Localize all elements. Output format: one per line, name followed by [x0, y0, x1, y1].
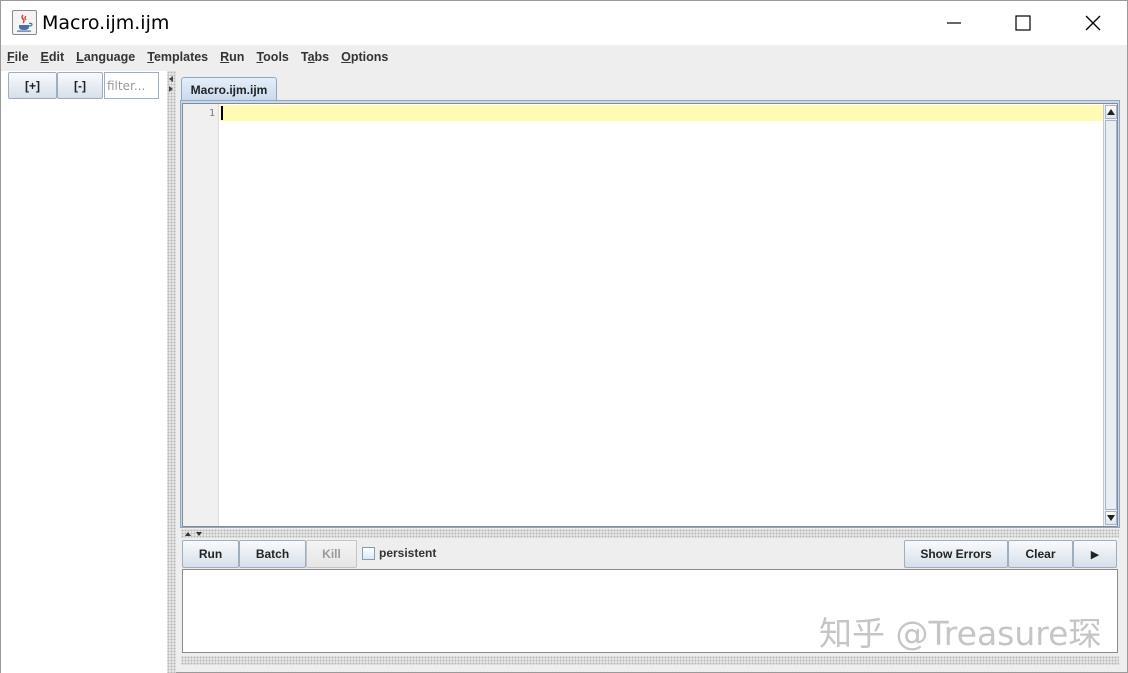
menu-edit[interactable]: Edit — [41, 50, 65, 64]
show-errors-button[interactable]: Show Errors — [904, 540, 1008, 568]
arrow-up-icon — [1107, 109, 1115, 115]
menu-language[interactable]: Language — [76, 50, 135, 64]
kill-button[interactable]: Kill — [306, 540, 357, 568]
persistent-label: persistent — [379, 546, 437, 560]
minimize-icon — [947, 22, 961, 24]
menu-bar: File Edit Language Templates Run Tools T… — [1, 45, 1127, 69]
menu-file[interactable]: File — [7, 50, 29, 64]
bottom-split-divider[interactable] — [181, 656, 1119, 665]
text-caret — [221, 106, 223, 120]
menu-templates[interactable]: Templates — [147, 50, 208, 64]
scroll-down-button[interactable] — [1105, 511, 1117, 525]
java-coffee-icon — [12, 10, 37, 35]
tab-macro-ijm[interactable]: Macro.ijm.ijm — [181, 77, 277, 101]
vertical-split-divider[interactable] — [167, 71, 176, 673]
close-button[interactable] — [1058, 1, 1128, 45]
run-button[interactable]: Run — [182, 540, 239, 568]
maximize-button[interactable] — [988, 1, 1058, 45]
window-title: Macro.ijm.ijm — [42, 12, 170, 34]
maximize-icon — [1015, 15, 1031, 31]
scroll-up-button[interactable] — [1105, 105, 1117, 119]
file-tree-panel[interactable]: [+] [-] filter... — [1, 71, 167, 673]
collapse-all-button[interactable]: [-] — [57, 72, 103, 99]
watermark-text: 知乎 @Treasure琛 — [819, 614, 1102, 653]
batch-button[interactable]: Batch — [239, 540, 306, 568]
split-expand-arrows-icon[interactable] — [184, 530, 206, 538]
run-toolbar: Run Batch Kill persistent Show Errors Cl… — [182, 540, 1118, 568]
line-number-gutter: 1 — [183, 104, 219, 526]
vertical-scrollbar[interactable] — [1103, 104, 1117, 526]
next-arrow-button[interactable]: ▶ — [1073, 540, 1117, 568]
minimize-button[interactable] — [919, 1, 989, 45]
code-editor[interactable]: 1 — [182, 103, 1118, 527]
clear-button[interactable]: Clear — [1008, 540, 1073, 568]
menu-tools[interactable]: Tools — [256, 50, 288, 64]
persistent-checkbox[interactable] — [362, 547, 375, 560]
current-line-highlight — [220, 105, 1103, 121]
expand-all-button[interactable]: [+] — [8, 72, 57, 99]
menu-tabs[interactable]: Tabs — [301, 50, 329, 64]
filter-input[interactable]: filter... — [104, 72, 159, 99]
title-bar: Macro.ijm.ijm — [1, 1, 1127, 45]
split-collapse-arrows-icon[interactable] — [167, 73, 176, 97]
line-number: 1 — [208, 108, 215, 119]
scroll-thumb[interactable] — [1105, 120, 1117, 510]
close-icon — [1085, 15, 1101, 31]
menu-options[interactable]: Options — [341, 50, 388, 64]
horizontal-split-divider[interactable] — [181, 529, 1119, 538]
menu-run[interactable]: Run — [220, 50, 244, 64]
arrow-down-icon — [1107, 515, 1115, 521]
app-window: Macro.ijm.ijm File Edit Language Templat… — [0, 0, 1128, 673]
